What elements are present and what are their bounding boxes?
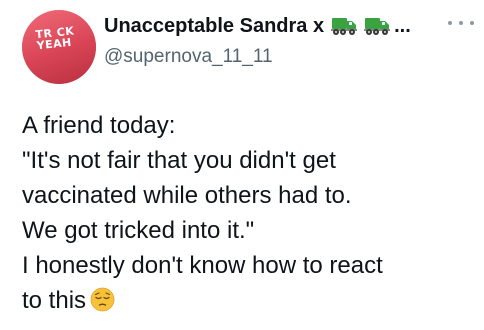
delivery-truck-icon bbox=[364, 16, 391, 36]
handle[interactable]: @supernova_11_11 bbox=[104, 46, 484, 68]
name-row: Unacceptable Sandra x ... bbox=[104, 12, 484, 40]
delivery-truck-icon bbox=[331, 16, 358, 36]
display-name[interactable]: Unacceptable Sandra x bbox=[104, 15, 324, 38]
tweet-line: We got tricked into it." bbox=[22, 217, 255, 244]
tweet-line: "It's not fair that you didn't get bbox=[22, 147, 336, 174]
tweet-line: A friend today: bbox=[22, 112, 176, 139]
tweet-line: I honestly don't know how to react bbox=[22, 252, 383, 279]
tweet-card: TR CK YEAH Unacceptable Sandra x ... @su… bbox=[0, 0, 484, 330]
name-truncation: ... bbox=[394, 14, 411, 37]
more-options-icon[interactable] bbox=[448, 18, 474, 28]
avatar[interactable]: TR CK YEAH bbox=[22, 10, 96, 84]
pensive-face-icon bbox=[90, 287, 115, 312]
tweet-header: Unacceptable Sandra x ... @supernova_11_… bbox=[104, 12, 484, 82]
tweet-text: A friend today: "It's not fair that you … bbox=[22, 108, 477, 318]
tweet-line: vaccinated while others had to. bbox=[22, 182, 352, 209]
tweet-last-line: to this bbox=[22, 283, 477, 318]
